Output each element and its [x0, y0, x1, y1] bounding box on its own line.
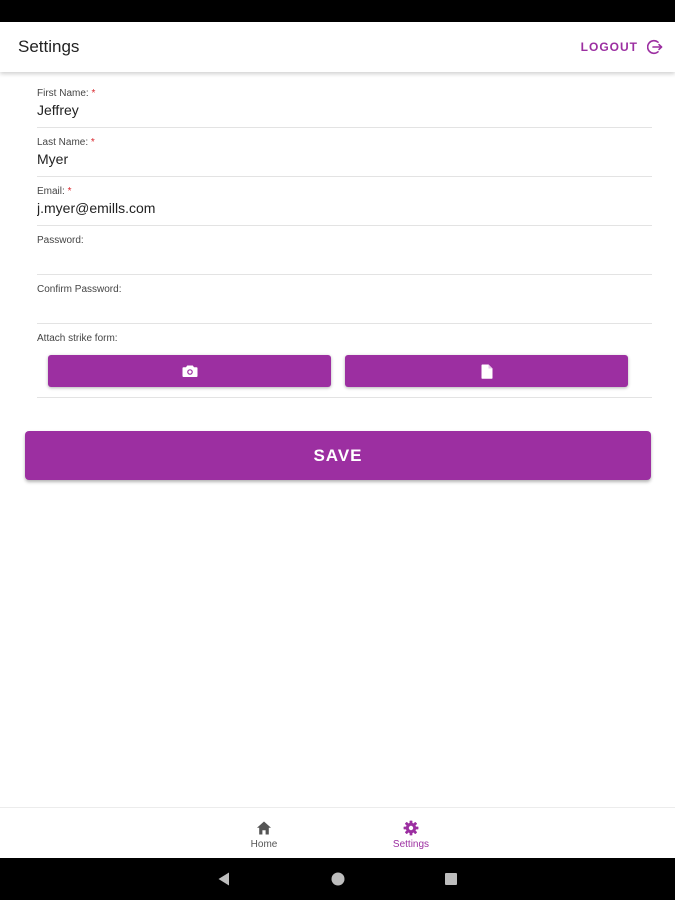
recents-icon[interactable]	[443, 871, 459, 887]
email-input[interactable]	[37, 200, 652, 216]
password-label: Password:	[37, 235, 84, 246]
file-icon	[481, 364, 492, 379]
logout-button[interactable]: LOGOUT	[581, 37, 663, 57]
back-icon[interactable]	[216, 871, 232, 887]
gear-icon	[403, 820, 419, 836]
required-marker: *	[67, 186, 72, 197]
page-title: Settings	[18, 37, 80, 56]
confirm-password-input[interactable]	[37, 298, 652, 314]
first-name-label: First Name: *	[37, 88, 96, 99]
attach-strike-form-label: Attach strike form:	[37, 333, 118, 344]
last-name-field: Last Name: *	[37, 128, 652, 177]
first-name-field: First Name: *	[37, 79, 652, 128]
attach-file-button[interactable]	[345, 355, 628, 387]
nav-item-home[interactable]: Home	[219, 808, 309, 859]
system-navigation-bar	[0, 858, 675, 900]
first-name-input[interactable]	[37, 102, 652, 118]
app-bar: Settings LOGOUT	[0, 22, 675, 72]
bottom-navigation: Home Settings	[0, 807, 675, 858]
status-bar	[0, 0, 675, 22]
email-label: Email: *	[37, 186, 72, 197]
nav-item-settings[interactable]: Settings	[366, 808, 456, 859]
home-circle-icon[interactable]	[330, 871, 346, 887]
last-name-input[interactable]	[37, 151, 652, 167]
password-input[interactable]	[37, 249, 652, 265]
last-name-label: Last Name: *	[37, 137, 95, 148]
settings-form: First Name: * Last Name: * Email: * Pass…	[37, 79, 652, 398]
confirm-password-label: Confirm Password:	[37, 284, 122, 295]
nav-label-home: Home	[250, 839, 278, 850]
confirm-password-field: Confirm Password:	[37, 275, 652, 324]
required-marker: *	[91, 88, 96, 99]
logout-label: LOGOUT	[580, 40, 638, 54]
required-marker: *	[90, 137, 95, 148]
camera-icon	[182, 365, 197, 377]
attach-photo-button[interactable]	[48, 355, 331, 387]
logout-icon	[647, 39, 663, 55]
home-icon	[257, 821, 271, 835]
save-button[interactable]: SAVE	[25, 431, 651, 480]
nav-label-settings: Settings	[392, 839, 430, 850]
password-field: Password:	[37, 226, 652, 275]
email-field: Email: *	[37, 177, 652, 226]
